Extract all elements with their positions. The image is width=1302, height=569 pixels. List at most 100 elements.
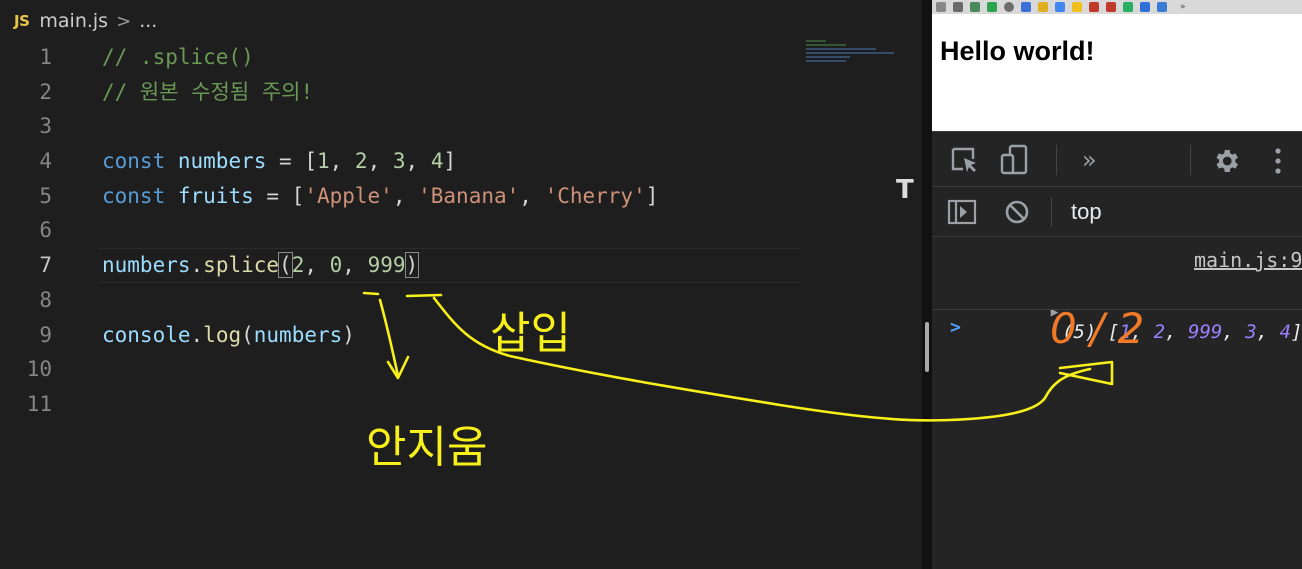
code-token: . (190, 322, 204, 347)
line-number: 7 (39, 253, 52, 278)
devtools-toolbar: » (932, 131, 1302, 187)
browser-window: » Hello world! » top main.js:9 ▶ (5) [1,… (932, 0, 1302, 569)
line-number: 2 (39, 79, 52, 104)
code-line[interactable]: 8 (0, 283, 800, 318)
bookmark-icon[interactable] (1106, 2, 1116, 12)
code-token: // .splice() (102, 45, 254, 69)
js-file-icon: JS (14, 12, 30, 30)
bookmark-icon[interactable] (1021, 2, 1031, 12)
code-line[interactable]: 6 (0, 213, 800, 248)
array-value: 4 (1279, 321, 1292, 343)
text-cursor-icon: T (896, 175, 914, 205)
array-value: 3 (1245, 321, 1257, 343)
bookmark-icon[interactable] (953, 2, 963, 12)
code-token: const (102, 149, 166, 174)
bookmark-icon[interactable] (987, 2, 997, 12)
device-toolbar-icon[interactable] (1000, 144, 1030, 176)
code-editor[interactable]: JS main.js > ... 1 // .splice() 2 // 원본 수정됨… (0, 0, 922, 569)
minimap[interactable] (806, 40, 894, 70)
line-number: 5 (39, 183, 52, 208)
code-token: 'Apple' (304, 183, 393, 208)
code-token: ] (443, 149, 457, 174)
code-token: , (329, 149, 355, 174)
console-divider (932, 309, 1302, 310)
code-line[interactable]: 11 (0, 387, 800, 422)
line-number: 10 (26, 357, 52, 382)
console-toolbar: top (932, 187, 1302, 237)
code-line[interactable]: 4 const numbers = [1, 2, 3, 4] (0, 144, 800, 179)
code-token: numbers (102, 253, 191, 278)
source-link[interactable]: main.js:9 (1194, 248, 1302, 272)
console-panel[interactable]: main.js:9 ▶ (5) [1, 2, 999, 3, 4] > (932, 237, 1302, 569)
array-value: 999 (1188, 321, 1223, 343)
pane-divider[interactable] (922, 0, 932, 569)
code-token: 2 (354, 149, 368, 174)
line-number: 11 (26, 391, 52, 416)
bookmark-icon[interactable] (1004, 2, 1014, 12)
inspect-element-icon[interactable] (950, 146, 980, 174)
code-line[interactable]: 9 console.log(numbers) (0, 318, 800, 353)
code-token: ) (342, 322, 355, 347)
bookmark-icon[interactable] (1157, 2, 1167, 12)
context-selector[interactable]: top (1071, 199, 1102, 225)
code-text[interactable]: console.log(numbers) (102, 318, 355, 353)
line-number: 6 (39, 218, 52, 243)
bookmark-icon[interactable] (1123, 2, 1133, 12)
code-token: , (342, 253, 368, 278)
clear-console-icon[interactable] (1004, 199, 1030, 225)
kebab-menu-icon[interactable] (1273, 147, 1283, 175)
code-line[interactable]: 10 (0, 352, 800, 387)
bookmark-icon[interactable] (1055, 2, 1065, 12)
bookmark-icon[interactable] (970, 2, 980, 12)
chevron-right-icon: > (116, 10, 132, 32)
array-length: (5) (1062, 321, 1097, 343)
code-token: , (367, 149, 393, 174)
page-viewport: Hello world! (932, 14, 1302, 131)
code-text[interactable]: // .splice() (102, 40, 254, 75)
code-area[interactable]: 1// .splice() 2// 원본 수정됨 주의! 3 4 const numbe… (0, 40, 800, 422)
bookmark-icon[interactable] (1089, 2, 1099, 12)
code-line[interactable]: 7 numbers.splice(2, 0, 999) (0, 248, 800, 283)
apps-icon[interactable] (936, 2, 946, 12)
log-entry[interactable]: ▶ (5) [1, 2, 999, 3, 4] (982, 277, 1302, 365)
code-token: 2 (291, 253, 305, 278)
code-token: ] (645, 183, 659, 208)
code-token: ( (278, 252, 293, 279)
code-line[interactable]: 2 // 원본 수정됨 주의! (0, 75, 800, 110)
code-token: . (190, 253, 204, 278)
code-token: // 원본 수정됨 주의! (102, 79, 314, 104)
code-text[interactable]: const fruits = ['Apple', 'Banana', 'Cher… (102, 179, 658, 214)
code-text[interactable]: numbers.splice(2, 0, 999) (102, 248, 420, 283)
gear-icon[interactable] (1211, 146, 1241, 176)
toolbar-separator (1056, 145, 1057, 175)
code-token: 'Cherry' (544, 183, 646, 208)
bookmark-icon[interactable] (1140, 2, 1150, 12)
code-text[interactable]: // 원본 수정됨 주의! (102, 75, 313, 110)
line-number: 4 (39, 149, 52, 174)
breadcrumb-file[interactable]: main.js (39, 10, 108, 32)
code-line[interactable]: 5 const fruits = ['Apple', 'Banana', 'Che… (0, 179, 800, 214)
line-number: 9 (39, 322, 52, 347)
expand-arrow-icon[interactable]: ▶ (1051, 305, 1059, 320)
code-token: 999 (367, 253, 406, 278)
bookmark-icon[interactable] (1072, 2, 1082, 12)
line-number: 8 (39, 287, 52, 312)
code-token: const (102, 183, 166, 208)
array-value: 2 (1153, 321, 1166, 343)
breadcrumb[interactable]: JS main.js > ... (14, 8, 157, 34)
code-token: 1 (316, 149, 330, 174)
bookmark-icon[interactable] (1038, 2, 1048, 12)
code-line[interactable]: 3 (0, 109, 800, 144)
console-prompt-icon[interactable]: > (950, 317, 961, 338)
sidebar-toggle-icon[interactable] (947, 199, 977, 225)
code-text[interactable]: const numbers = [1, 2, 3, 4] (102, 144, 456, 179)
more-tabs-icon[interactable]: » (1082, 146, 1097, 174)
breadcrumb-more[interactable]: ... (139, 10, 157, 32)
code-token: console (102, 322, 191, 347)
more-bookmarks-icon[interactable]: » (1180, 2, 1186, 12)
code-token: 4 (430, 149, 444, 174)
resize-handle[interactable] (925, 322, 929, 372)
code-token: log (203, 322, 242, 347)
toolbar-separator (1190, 145, 1191, 175)
code-line[interactable]: 1 // .splice() (0, 40, 800, 75)
